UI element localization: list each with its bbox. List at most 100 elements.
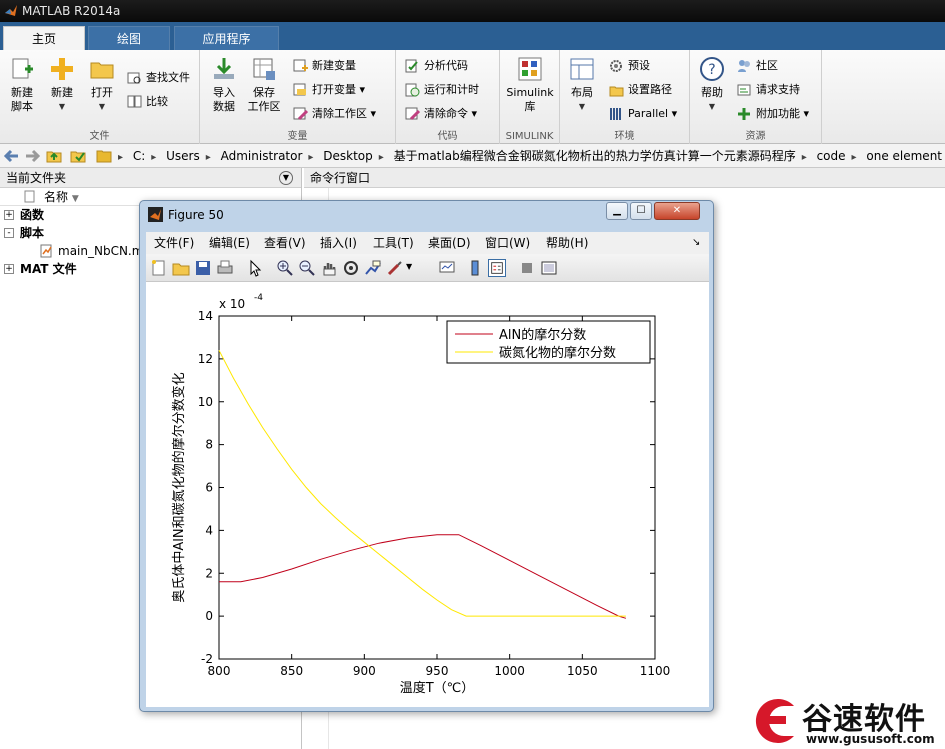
compare-button[interactable]: 比较 bbox=[126, 92, 168, 112]
group-simulink: Simulink 库 SIMULINK bbox=[500, 50, 560, 144]
close-button[interactable]: ✕ bbox=[654, 202, 700, 220]
new-variable-button[interactable]: 新建变量 bbox=[292, 56, 356, 76]
figure-title-bar: Figure 50 bbox=[148, 205, 224, 225]
open-variable-icon bbox=[293, 83, 306, 96]
collapse-icon[interactable]: - bbox=[4, 228, 14, 238]
app-title-bar: MATLAB R2014a bbox=[0, 0, 945, 22]
menu-window[interactable]: 窗口(W) bbox=[485, 232, 530, 254]
simulink-library-button[interactable]: Simulink 库 bbox=[504, 56, 556, 114]
x-tick-label: 850 bbox=[280, 664, 303, 678]
tab-apps[interactable]: 应用程序 bbox=[174, 26, 279, 50]
breadcrumb-item[interactable]: 基于matlab编程微合金钢碳氮化物析出的热力学仿真计算一个元素源码程序 bbox=[394, 149, 796, 163]
clear-commands-button[interactable]: 清除命令 ▾ bbox=[404, 104, 477, 124]
breadcrumb-separator-icon: ▸ bbox=[308, 152, 314, 163]
hide-tools-icon[interactable] bbox=[518, 259, 536, 277]
open-file-icon[interactable] bbox=[172, 259, 190, 277]
y-tick-label: 8 bbox=[205, 438, 213, 452]
expand-icon[interactable]: + bbox=[4, 264, 14, 274]
breadcrumb-item[interactable]: C: bbox=[133, 149, 145, 163]
minimize-button[interactable]: ▁ bbox=[606, 202, 628, 220]
breadcrumb-item[interactable]: code bbox=[817, 149, 846, 163]
new-button[interactable]: 新建 ▼ bbox=[42, 56, 82, 114]
save-icon[interactable] bbox=[194, 259, 212, 277]
group-label-environment: 环境 bbox=[614, 131, 635, 142]
clear-commands-icon bbox=[405, 107, 420, 121]
menu-tools[interactable]: 工具(T) bbox=[373, 232, 414, 254]
add-ons-button[interactable]: 附加功能 ▾ bbox=[736, 104, 809, 124]
legend-icon[interactable] bbox=[488, 259, 506, 277]
save-workspace-icon bbox=[253, 58, 275, 80]
zoom-in-icon[interactable] bbox=[276, 259, 294, 277]
legend-label: AlN的摩尔分数 bbox=[499, 327, 586, 343]
link-plot-icon[interactable] bbox=[438, 259, 456, 277]
axes-box bbox=[218, 315, 656, 660]
minimize-icon: ▁ bbox=[613, 205, 621, 216]
dropdown-arrow-icon: ▾ bbox=[359, 83, 366, 96]
breadcrumb-item[interactable]: Users bbox=[166, 149, 200, 163]
breadcrumb-item[interactable]: Administrator bbox=[221, 149, 303, 163]
menu-desktop[interactable]: 桌面(D) bbox=[428, 232, 471, 254]
svg-text:?: ? bbox=[708, 62, 715, 78]
menu-insert[interactable]: 插入(I) bbox=[320, 232, 357, 254]
request-support-button[interactable]: 请求支持 bbox=[736, 80, 800, 100]
analyze-code-button[interactable]: 分析代码 bbox=[404, 56, 468, 76]
breadcrumb-separator-icon: ▸ bbox=[118, 152, 124, 163]
ribbon: 新建脚本 新建▼ 打开▼ 查找文件 比较 文件 导入数据 保存工作区 bbox=[0, 50, 945, 144]
plot-area[interactable]: 800 850 900 950 1000 1050 1100 -2 0 2 4 6 8 10 12 14 x 1… bbox=[146, 282, 709, 707]
menu-view[interactable]: 查看(V) bbox=[264, 232, 306, 254]
tab-home[interactable]: 主页 bbox=[3, 26, 85, 50]
group-label-resources: 资源 bbox=[745, 131, 766, 142]
panel-menu-icon[interactable]: ▼ bbox=[279, 171, 293, 185]
pan-hand-icon[interactable] bbox=[320, 259, 338, 277]
address-bar: ▸ C: ▸ Users ▸ Administrator ▸ Desktop ▸ 基于m… bbox=[0, 144, 945, 168]
folder-icon bbox=[96, 150, 112, 163]
expand-icon[interactable]: + bbox=[4, 210, 14, 220]
set-path-button[interactable]: 设置路径 bbox=[608, 80, 672, 100]
community-button[interactable]: 社区 bbox=[736, 56, 778, 76]
new-figure-icon[interactable] bbox=[150, 259, 168, 277]
community-icon bbox=[738, 60, 750, 72]
data-cursor-icon[interactable] bbox=[364, 259, 382, 277]
zoom-out-icon[interactable] bbox=[298, 259, 316, 277]
breadcrumb-item[interactable]: Desktop bbox=[323, 149, 373, 163]
rotate-3d-icon[interactable] bbox=[342, 259, 360, 277]
print-icon[interactable] bbox=[216, 259, 234, 277]
import-data-button[interactable]: 导入 数据 bbox=[204, 56, 244, 114]
dropdown-arrow-icon: ▾ bbox=[671, 107, 678, 120]
edit-plot-arrow-icon[interactable] bbox=[246, 259, 264, 277]
layout-button[interactable]: 布局 ▼ bbox=[562, 56, 602, 114]
file-column-icon bbox=[24, 190, 35, 203]
new-script-button[interactable]: 新建 脚本 bbox=[2, 56, 42, 114]
open-variable-button[interactable]: 打开变量 ▾ bbox=[292, 80, 365, 100]
find-files-button[interactable]: 查找文件 bbox=[126, 68, 190, 88]
colorbar-icon[interactable] bbox=[466, 259, 484, 277]
preferences-button[interactable]: 预设 bbox=[608, 56, 650, 76]
back-arrow-icon[interactable] bbox=[4, 148, 20, 164]
clear-workspace-button[interactable]: 清除工作区 ▾ bbox=[292, 104, 376, 124]
save-workspace-button[interactable]: 保存 工作区 bbox=[244, 56, 284, 114]
parallel-button[interactable]: Parallel ▾ bbox=[608, 104, 677, 124]
menu-dock-icon[interactable]: ↘ bbox=[692, 232, 700, 254]
watermark: 谷速软件 www.gususoft.com bbox=[748, 692, 945, 749]
run-and-time-button[interactable]: 运行和计时 bbox=[404, 80, 479, 100]
up-folder-icon[interactable] bbox=[46, 148, 62, 164]
brush-dropdown-icon[interactable]: ▼ bbox=[406, 262, 412, 271]
maximize-button[interactable]: ☐ bbox=[630, 202, 652, 220]
menu-file[interactable]: 文件(F) bbox=[154, 232, 194, 254]
breadcrumb-item[interactable]: one element bbox=[866, 149, 942, 163]
group-environment: 布局 ▼ 预设 设置路径 Parallel ▾ 环境 bbox=[560, 50, 690, 144]
open-button[interactable]: 打开 ▼ bbox=[82, 56, 122, 114]
menu-edit[interactable]: 编辑(E) bbox=[209, 232, 250, 254]
browse-folder-icon[interactable] bbox=[70, 148, 86, 164]
forward-arrow-icon[interactable] bbox=[24, 148, 40, 164]
brush-icon[interactable] bbox=[386, 259, 404, 277]
x-tick-label: 800 bbox=[208, 664, 231, 678]
tab-plots[interactable]: 绘图 bbox=[88, 26, 170, 50]
line-chart[interactable]: 800 850 900 950 1000 1050 1100 -2 0 2 4 6 8 10 12 14 x 1… bbox=[146, 282, 709, 707]
menu-help[interactable]: 帮助(H) bbox=[546, 232, 588, 254]
help-button[interactable]: ? 帮助 ▼ bbox=[692, 56, 732, 114]
command-window-header: 命令行窗口 bbox=[304, 168, 945, 188]
help-icon: ? bbox=[700, 57, 724, 81]
show-tools-icon[interactable] bbox=[540, 259, 558, 277]
figure-window[interactable]: Figure 50 ▁ ☐ ✕ 文件(F) 编辑(E) 查看(V) 插入(I) … bbox=[139, 200, 714, 712]
